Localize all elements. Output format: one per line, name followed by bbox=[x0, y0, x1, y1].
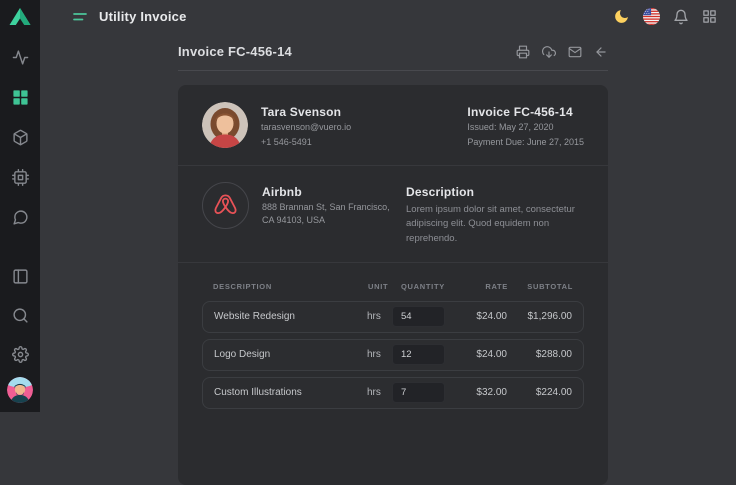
cloud-download-icon[interactable] bbox=[542, 45, 556, 59]
description-text: Lorem ipsum dolor sit amet, consectetur … bbox=[406, 203, 584, 246]
row-unit: hrs bbox=[367, 349, 392, 360]
search-icon[interactable] bbox=[12, 307, 29, 324]
quantity-input[interactable] bbox=[392, 382, 445, 403]
quantity-input[interactable] bbox=[392, 344, 445, 365]
invoice-header-row: Invoice FC-456-14 bbox=[178, 33, 608, 71]
description-block: Description Lorem ipsum dolor sit amet, … bbox=[406, 182, 584, 246]
page-title-topbar: Utility Invoice bbox=[99, 9, 187, 24]
header-subtotal: SUBTOTAL bbox=[508, 282, 573, 291]
menu-hamburger-icon[interactable] bbox=[73, 12, 87, 22]
customer-phone: +1 546-5491 bbox=[261, 137, 351, 147]
company-address-1: 888 Brannan St, San Francisco, bbox=[262, 202, 390, 212]
invoice-meta: Invoice FC-456-14 Issued: May 27, 2020 P… bbox=[467, 102, 584, 147]
customer-avatar bbox=[202, 102, 248, 148]
invoice-page-title: Invoice FC-456-14 bbox=[178, 44, 292, 59]
description-title: Description bbox=[406, 185, 584, 199]
activity-icon[interactable] bbox=[12, 49, 29, 66]
company-info: Airbnb 888 Brannan St, San Francisco, CA… bbox=[262, 182, 390, 225]
app-logo-icon[interactable] bbox=[9, 7, 31, 26]
panels-icon[interactable] bbox=[12, 268, 29, 285]
invoice-actions bbox=[516, 45, 608, 59]
language-us-flag-icon[interactable] bbox=[643, 8, 660, 25]
quantity-input[interactable] bbox=[392, 306, 445, 327]
print-icon[interactable] bbox=[516, 45, 530, 59]
customer-section: Tara Svenson tarasvenson@vuero.io +1 546… bbox=[178, 85, 608, 166]
back-arrow-icon[interactable] bbox=[594, 45, 608, 59]
airbnb-logo-icon bbox=[202, 182, 249, 229]
topbar-actions bbox=[613, 8, 736, 25]
row-description: Custom Illustrations bbox=[214, 387, 367, 398]
table-row: Custom Illustrations hrs $32.00 $224.00 bbox=[202, 377, 584, 409]
row-unit: hrs bbox=[367, 387, 392, 398]
company-name: Airbnb bbox=[262, 185, 390, 199]
table-row: Logo Design hrs $24.00 $288.00 bbox=[202, 339, 584, 371]
customer-name: Tara Svenson bbox=[261, 105, 351, 119]
apps-grid-icon[interactable] bbox=[702, 9, 717, 24]
table-header-row: DESCRIPTION UNIT QUANTITY RATE SUBTOTAL bbox=[202, 273, 584, 301]
header-description: DESCRIPTION bbox=[213, 282, 368, 291]
items-table: DESCRIPTION UNIT QUANTITY RATE SUBTOTAL … bbox=[178, 263, 608, 433]
customer-email: tarasvenson@vuero.io bbox=[261, 122, 351, 132]
cpu-icon[interactable] bbox=[12, 169, 29, 186]
sidebar-bottom-group bbox=[7, 268, 33, 412]
invoice-issued: Issued: May 27, 2020 bbox=[467, 122, 584, 132]
row-rate: $32.00 bbox=[445, 387, 507, 398]
header-unit: UNIT bbox=[368, 282, 393, 291]
company-address-2: CA 94103, USA bbox=[262, 215, 390, 225]
table-rows: Website Redesign hrs $24.00 $1,296.00 Lo… bbox=[202, 301, 584, 409]
header-quantity: QUANTITY bbox=[393, 282, 446, 291]
notifications-bell-icon[interactable] bbox=[673, 9, 689, 25]
settings-gear-icon[interactable] bbox=[12, 346, 29, 363]
chat-bubble-icon[interactable] bbox=[12, 209, 29, 226]
email-icon[interactable] bbox=[568, 45, 582, 59]
table-row: Website Redesign hrs $24.00 $1,296.00 bbox=[202, 301, 584, 333]
box-icon[interactable] bbox=[12, 129, 29, 146]
main-content: Invoice FC-456-14 bbox=[178, 33, 608, 485]
top-navbar: Utility Invoice bbox=[40, 0, 736, 33]
row-rate: $24.00 bbox=[445, 349, 507, 360]
header-rate: RATE bbox=[446, 282, 508, 291]
row-subtotal: $288.00 bbox=[507, 349, 572, 360]
row-rate: $24.00 bbox=[445, 311, 507, 322]
dashboard-grid-icon[interactable] bbox=[12, 89, 29, 106]
invoice-payment-due: Payment Due: June 27, 2015 bbox=[467, 137, 584, 147]
company-section: Airbnb 888 Brannan St, San Francisco, CA… bbox=[178, 166, 608, 263]
dark-mode-moon-icon[interactable] bbox=[613, 8, 630, 25]
row-subtotal: $1,296.00 bbox=[507, 311, 572, 322]
row-description: Logo Design bbox=[214, 349, 367, 360]
icon-sidebar bbox=[0, 0, 40, 412]
user-avatar[interactable] bbox=[7, 377, 33, 403]
customer-info: Tara Svenson tarasvenson@vuero.io +1 546… bbox=[261, 102, 351, 147]
invoice-number: Invoice FC-456-14 bbox=[467, 105, 584, 119]
invoice-card: Tara Svenson tarasvenson@vuero.io +1 546… bbox=[178, 85, 608, 485]
row-unit: hrs bbox=[367, 311, 392, 322]
row-subtotal: $224.00 bbox=[507, 387, 572, 398]
row-description: Website Redesign bbox=[214, 311, 367, 322]
